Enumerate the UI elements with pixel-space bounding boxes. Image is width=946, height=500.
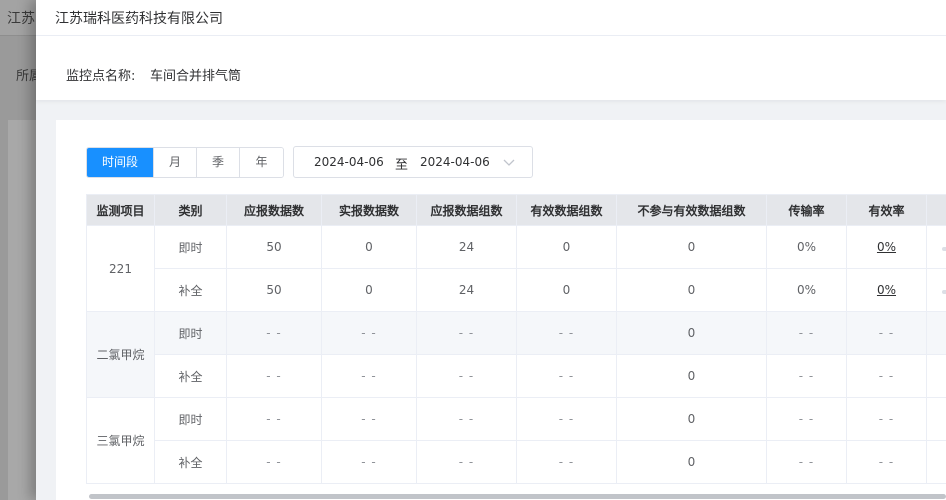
table-row: 221 即时 50 0 24 0 0 0% 0%	[86, 225, 946, 312]
valid-rate-link[interactable]: 0%	[877, 240, 896, 254]
horizontal-scrollbar[interactable]	[89, 494, 946, 499]
actual-report-cell: 0	[321, 225, 417, 269]
actual-report-cell: 0	[321, 268, 417, 312]
transmit-rate-cell: - -	[766, 440, 847, 484]
date-range-separator: 至	[395, 158, 409, 173]
valid-rate-cell: - -	[846, 311, 927, 355]
monitor-item-cell: 221	[86, 225, 155, 312]
detail-drawer: 江苏瑞科医药科技有限公司 监控点名称: 车间合并排气筒 时间段 月 季 年 20…	[36, 0, 946, 500]
date-range-start[interactable]: 2024-04-06	[314, 155, 384, 169]
excluded-groups-cell: 0	[616, 397, 767, 441]
excluded-groups-cell: 0	[616, 354, 767, 398]
valid-groups-cell: 0	[516, 268, 617, 312]
table-row: 补全 50 0 24 0 0 0% 0%	[87, 268, 946, 312]
should-groups-cell: 24	[416, 225, 517, 269]
valid-rate-link[interactable]: 0%	[877, 283, 896, 297]
period-selector: 时间段 月 季 年	[86, 147, 284, 178]
category-cell: 补全	[154, 440, 227, 484]
column-header: 应报数据组数	[416, 194, 517, 226]
actual-report-cell: - -	[321, 311, 417, 355]
column-header: 类别	[154, 194, 227, 226]
date-range-picker[interactable]: 2024-04-06 至 2024-04-06	[293, 146, 533, 178]
valid-rate-cell: 0%	[846, 225, 927, 269]
valid-groups-cell: 0	[516, 225, 617, 269]
valid-rate-cell: - -	[846, 354, 927, 398]
should-report-cell: - -	[226, 440, 322, 484]
valid-groups-cell: - -	[516, 311, 617, 355]
monitor-point-value: 车间合并排气筒	[150, 69, 242, 84]
should-groups-cell: - -	[416, 397, 517, 441]
should-groups-cell: - -	[416, 354, 517, 398]
table-header-row: 监测项目 类别 应报数据数 实报数据数 应报数据组数 有效数据组数 不参与有效数…	[86, 194, 946, 226]
operation-cell	[926, 225, 946, 269]
category-cell: 即时	[154, 397, 227, 441]
excluded-groups-cell: 0	[616, 268, 767, 312]
monitor-item-cell: 三氯甲烷	[86, 397, 155, 484]
should-groups-cell: 24	[416, 268, 517, 312]
category-cell: 补全	[154, 268, 227, 312]
date-range-end[interactable]: 2024-04-06	[420, 155, 490, 169]
drawer-title: 江苏瑞科医药科技有限公司	[55, 11, 223, 27]
transmit-rate-cell: - -	[766, 397, 847, 441]
background-title: 江苏	[7, 11, 35, 27]
should-report-cell: - -	[226, 311, 322, 355]
should-report-cell: 50	[226, 268, 322, 312]
category-cell: 即时	[154, 311, 227, 355]
actual-report-cell: - -	[321, 397, 417, 441]
category-cell: 补全	[154, 354, 227, 398]
valid-groups-cell: - -	[516, 354, 617, 398]
excluded-groups-cell: 0	[616, 440, 767, 484]
should-report-cell: 50	[226, 225, 322, 269]
should-groups-cell: - -	[416, 440, 517, 484]
tab-year[interactable]: 年	[240, 148, 283, 177]
tab-time-range[interactable]: 时间段	[87, 148, 154, 177]
excluded-groups-cell: 0	[616, 225, 767, 269]
actual-report-cell: - -	[321, 354, 417, 398]
monitor-point-row: 监控点名称: 车间合并排气筒	[36, 36, 946, 100]
transmit-rate-cell: 0%	[766, 225, 847, 269]
column-header: 传输率	[766, 194, 847, 226]
column-header: 不参与有效数据组数	[616, 194, 767, 226]
monitor-item-cell: 二氯甲烷	[86, 311, 155, 398]
column-header: 应报数据数	[226, 194, 322, 226]
should-groups-cell: - -	[416, 311, 517, 355]
transmit-rate-cell: 0%	[766, 268, 847, 312]
operation-cell	[926, 311, 946, 355]
tab-month[interactable]: 月	[154, 148, 197, 177]
operation-handle[interactable]	[941, 247, 946, 251]
operation-handle[interactable]	[941, 290, 946, 294]
monitor-point-label: 监控点名称:	[66, 69, 136, 84]
operation-cell	[926, 354, 946, 398]
table-row: 二氯甲烷 即时 - - - - - - - - 0 - - - -	[86, 311, 946, 398]
operation-cell	[926, 440, 946, 484]
valid-rate-cell: - -	[846, 397, 927, 441]
table-row: 补全 - - - - - - - - 0 - - - -	[87, 354, 946, 398]
actual-report-cell: - -	[321, 440, 417, 484]
stats-card: 时间段 月 季 年 2024-04-06 至 2024-04-06 监测项目 类…	[56, 120, 946, 500]
valid-rate-cell: 0%	[846, 268, 927, 312]
excluded-groups-cell: 0	[616, 311, 767, 355]
should-report-cell: - -	[226, 397, 322, 441]
column-header-operation	[926, 194, 946, 226]
transmit-rate-cell: - -	[766, 354, 847, 398]
drawer-header: 江苏瑞科医药科技有限公司	[36, 0, 946, 36]
operation-cell	[926, 397, 946, 441]
transmit-rate-cell: - -	[766, 311, 847, 355]
column-header: 有效数据组数	[516, 194, 617, 226]
stats-table: 监测项目 类别 应报数据数 实报数据数 应报数据组数 有效数据组数 不参与有效数…	[86, 194, 946, 490]
column-header: 实报数据数	[321, 194, 417, 226]
valid-groups-cell: - -	[516, 440, 617, 484]
table-row: 补全 - - - - - - - - 0 - - - -	[87, 440, 946, 484]
tab-quarter[interactable]: 季	[197, 148, 240, 177]
table-row: 三氯甲烷 即时 - - - - - - - - 0 - - - -	[86, 397, 946, 484]
column-header: 有效率	[846, 194, 927, 226]
operation-cell	[926, 268, 946, 312]
chevron-down-icon[interactable]	[502, 155, 516, 169]
should-report-cell: - -	[226, 354, 322, 398]
valid-groups-cell: - -	[516, 397, 617, 441]
column-header: 监测项目	[86, 194, 155, 226]
category-cell: 即时	[154, 225, 227, 269]
valid-rate-cell: - -	[846, 440, 927, 484]
